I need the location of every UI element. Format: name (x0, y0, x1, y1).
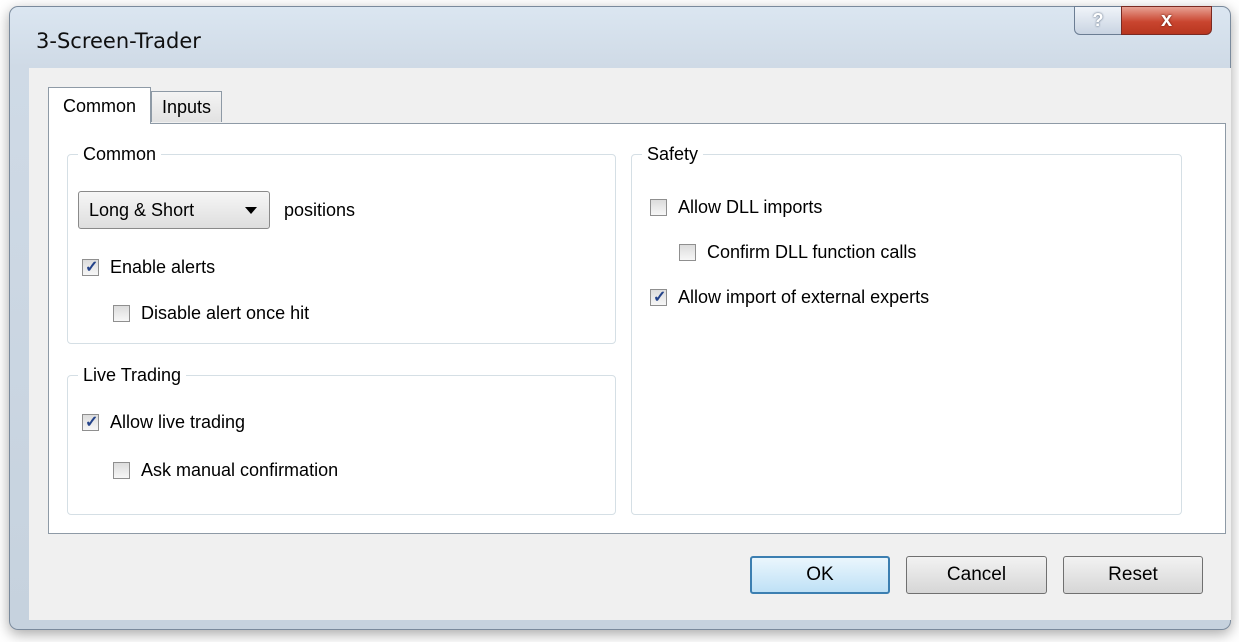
allow-dll-imports-checkbox[interactable] (650, 199, 667, 216)
allow-external-experts-checkbox[interactable] (650, 287, 667, 307)
ask-manual-confirmation-label[interactable]: Ask manual confirmation (141, 460, 338, 481)
close-button[interactable]: x (1121, 6, 1212, 35)
help-icon: ? (1092, 10, 1104, 30)
tab-common[interactable]: Common (48, 87, 151, 124)
common-group-title: Common (78, 143, 162, 165)
enable-alerts-checkbox[interactable] (82, 257, 99, 277)
reset-button[interactable]: Reset (1063, 556, 1203, 594)
chevron-down-icon (245, 206, 257, 214)
window-title: 3-Screen-Trader (36, 29, 201, 53)
positions-select-value: Long & Short (89, 199, 195, 220)
safety-group-title: Safety (642, 143, 704, 165)
ok-button[interactable]: OK (750, 556, 890, 594)
allow-live-trading-checkbox[interactable] (82, 412, 99, 432)
positions-label: positions (284, 200, 356, 220)
help-button[interactable]: ? (1074, 6, 1122, 35)
disable-alert-once-hit-label[interactable]: Disable alert once hit (141, 303, 309, 324)
enable-alerts-label[interactable]: Enable alerts (110, 257, 215, 278)
confirm-dll-calls-checkbox[interactable] (679, 244, 696, 261)
allow-live-trading-label[interactable]: Allow live trading (110, 412, 245, 433)
ask-manual-confirmation-checkbox[interactable] (113, 462, 130, 479)
live-trading-group: Live Trading (67, 364, 616, 515)
tab-inputs[interactable]: Inputs (151, 91, 222, 122)
live-trading-group-title: Live Trading (78, 364, 187, 386)
confirm-dll-calls-label[interactable]: Confirm DLL function calls (707, 242, 916, 263)
allow-external-experts-label[interactable]: Allow import of external experts (678, 287, 929, 308)
positions-select[interactable]: Long & Short (78, 191, 270, 229)
close-icon: x (1160, 9, 1173, 31)
disable-alert-once-hit-checkbox[interactable] (113, 305, 130, 322)
allow-dll-imports-label[interactable]: Allow DLL imports (678, 197, 822, 218)
cancel-button[interactable]: Cancel (906, 556, 1047, 594)
